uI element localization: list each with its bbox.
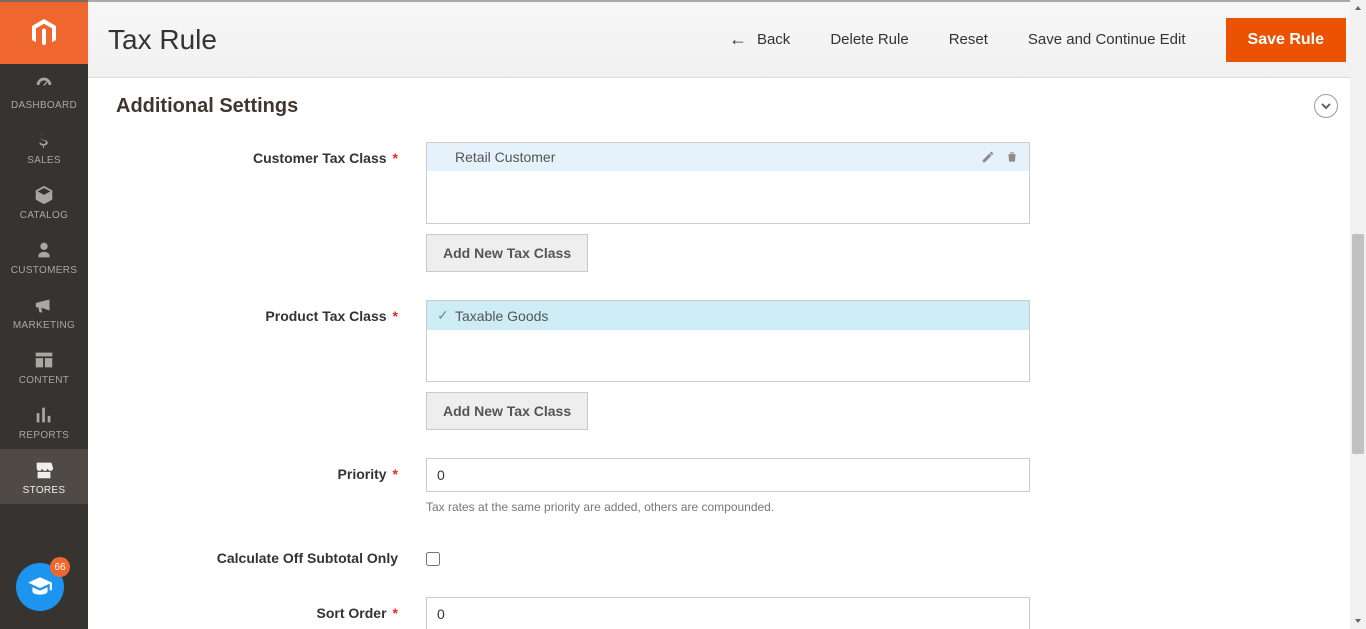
graduation-icon: [27, 574, 53, 600]
field-customer-tax-class: Customer Tax Class* Retail Customer: [116, 142, 1338, 272]
product-tax-class-select[interactable]: ✓ Taxable Goods: [426, 300, 1030, 382]
delete-rule-button[interactable]: Delete Rule: [830, 31, 908, 48]
nav-label: Marketing: [13, 320, 75, 331]
section-header: Additional Settings: [116, 94, 1338, 118]
admin-sidebar: Dashboard Sales Catalog Customers Market…: [0, 0, 88, 629]
megaphone-icon: [33, 294, 55, 316]
content-area: Additional Settings Customer Tax Class* …: [88, 78, 1366, 629]
magento-icon: [28, 17, 60, 49]
field-sort-order: Sort Order*: [116, 597, 1338, 629]
field-label: Sort Order*: [116, 597, 426, 621]
blank-check: [437, 149, 451, 165]
nav-catalog[interactable]: Catalog: [0, 174, 88, 229]
back-button[interactable]: ← Back: [729, 29, 790, 50]
main-panel: Tax Rule ← Back Delete Rule Reset Save a…: [88, 0, 1366, 629]
add-customer-tax-class-button[interactable]: Add New Tax Class: [426, 234, 588, 272]
nav-sales[interactable]: Sales: [0, 119, 88, 174]
scroll-up-icon[interactable]: [1350, 0, 1366, 16]
customer-tax-class-select[interactable]: Retail Customer: [426, 142, 1030, 224]
nav-label: Catalog: [20, 210, 68, 221]
nav-label: Stores: [23, 485, 66, 496]
calc-off-subtotal-checkbox[interactable]: [426, 552, 440, 566]
priority-hint: Tax rates at the same priority are added…: [426, 500, 1030, 514]
nav-label: Reports: [19, 430, 69, 441]
field-calc-off-subtotal: Calculate Off Subtotal Only: [116, 542, 1338, 569]
field-label: Calculate Off Subtotal Only: [116, 542, 426, 566]
person-icon: [33, 239, 55, 261]
scroll-track[interactable]: [1350, 16, 1366, 613]
scroll-down-icon[interactable]: [1350, 613, 1366, 629]
option-taxable-goods[interactable]: ✓ Taxable Goods: [427, 301, 1029, 330]
add-product-tax-class-button[interactable]: Add New Tax Class: [426, 392, 588, 430]
priority-input[interactable]: [426, 458, 1030, 492]
page-header: Tax Rule ← Back Delete Rule Reset Save a…: [88, 0, 1366, 78]
save-rule-button[interactable]: Save Rule: [1226, 18, 1346, 62]
nav-stores[interactable]: Stores: [0, 449, 88, 504]
nav-dashboard[interactable]: Dashboard: [0, 64, 88, 119]
dashboard-icon: [33, 74, 55, 96]
pencil-icon[interactable]: [981, 150, 995, 164]
field-label: Product Tax Class*: [116, 300, 426, 324]
chevron-down-icon: [1320, 100, 1332, 112]
nav-customers[interactable]: Customers: [0, 229, 88, 284]
back-label: Back: [757, 31, 790, 48]
collapse-toggle[interactable]: [1314, 94, 1338, 118]
trash-icon[interactable]: [1005, 150, 1019, 164]
notification-badge[interactable]: 66: [50, 557, 70, 577]
scroll-thumb[interactable]: [1352, 234, 1364, 454]
nav-marketing[interactable]: Marketing: [0, 284, 88, 339]
dollar-icon: [33, 129, 55, 151]
option-label: Retail Customer: [455, 149, 555, 165]
nav-label: Sales: [27, 155, 61, 166]
store-icon: [33, 459, 55, 481]
nav-label: Customers: [11, 265, 77, 276]
magento-logo[interactable]: [0, 2, 88, 64]
check-icon: ✓: [437, 307, 451, 324]
nav-reports[interactable]: Reports: [0, 394, 88, 449]
field-product-tax-class: Product Tax Class* ✓ Taxable Goods Add N…: [116, 300, 1338, 430]
nav-label: Content: [19, 375, 69, 386]
header-actions: ← Back Delete Rule Reset Save and Contin…: [729, 18, 1346, 62]
window-scrollbar[interactable]: [1350, 0, 1366, 629]
chart-icon: [33, 404, 55, 426]
nav-content[interactable]: Content: [0, 339, 88, 394]
arrow-left-icon: ←: [729, 29, 747, 50]
sort-order-input[interactable]: [426, 597, 1030, 629]
field-label: Priority*: [116, 458, 426, 482]
layout-icon: [33, 349, 55, 371]
nav-label: Dashboard: [11, 100, 77, 111]
section-title: Additional Settings: [116, 95, 298, 118]
save-continue-button[interactable]: Save and Continue Edit: [1028, 31, 1186, 48]
reset-button[interactable]: Reset: [949, 31, 988, 48]
field-priority: Priority* Tax rates at the same priority…: [116, 458, 1338, 514]
box-icon: [33, 184, 55, 206]
option-label: Taxable Goods: [455, 308, 548, 324]
page-title: Tax Rule: [108, 24, 217, 56]
option-retail-customer[interactable]: Retail Customer: [427, 143, 1029, 171]
field-label: Customer Tax Class*: [116, 142, 426, 166]
